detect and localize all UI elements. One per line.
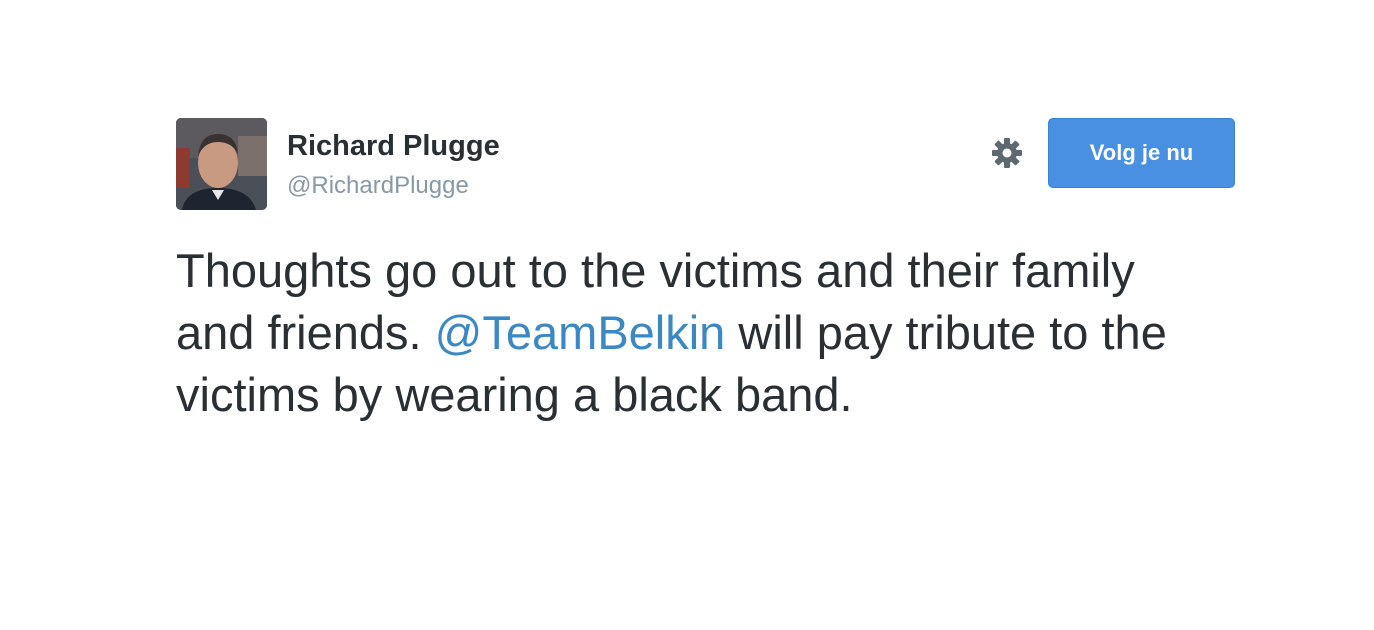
mention-link[interactable]: @TeamBelkin	[435, 306, 726, 359]
author-name[interactable]: Richard Plugge	[287, 130, 500, 163]
author-handle[interactable]: @RichardPlugge	[287, 172, 469, 200]
avatar-image	[176, 118, 267, 210]
follow-button[interactable]: Volg je nu	[1048, 118, 1235, 188]
avatar[interactable]	[176, 118, 267, 210]
tweet-text: Thoughts go out to the victims and their…	[176, 240, 1176, 426]
gear-icon[interactable]	[990, 136, 1024, 170]
